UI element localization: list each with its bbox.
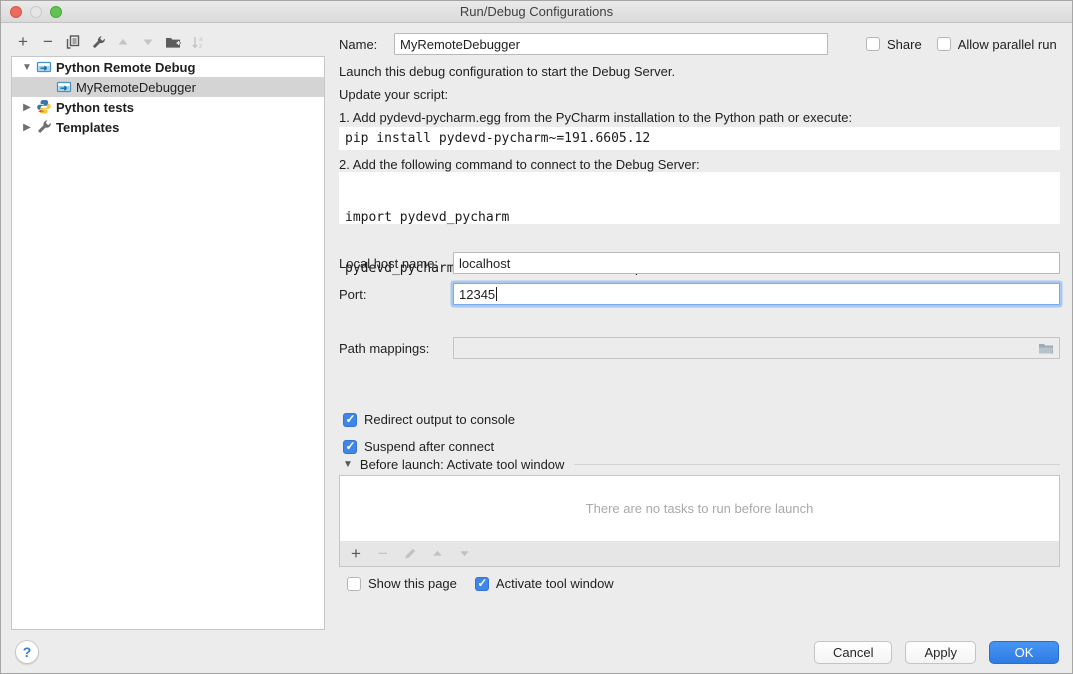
path-mappings-label: Path mappings: — [339, 341, 453, 356]
arrow-down-icon — [142, 36, 154, 48]
instruction-line-2: Update your script: — [339, 87, 448, 102]
create-folder-button[interactable] — [165, 34, 181, 50]
sort-az-icon: az — [191, 35, 206, 50]
section-divider — [574, 464, 1060, 465]
tree-item-templates[interactable]: ▶ Templates — [12, 117, 324, 137]
tree-item-label: Python tests — [56, 100, 134, 115]
local-host-name-input[interactable] — [453, 252, 1060, 274]
before-launch-task-list: There are no tasks to run before launch — [339, 475, 1060, 542]
edit-task-button[interactable] — [402, 546, 418, 562]
settrace-code: import pydevd_pycharm pydevd_pycharm.set… — [339, 172, 1060, 224]
path-mappings-input[interactable] — [453, 337, 1060, 359]
run-debug-configurations-dialog: Run/Debug Configurations + − az — [0, 0, 1073, 674]
tree-item-label: MyRemoteDebugger — [76, 80, 196, 95]
name-label: Name: — [339, 37, 394, 52]
add-task-button[interactable]: + — [348, 546, 364, 562]
remove-task-button[interactable]: − — [375, 546, 391, 562]
allow-parallel-run-label: Allow parallel run — [958, 37, 1057, 52]
before-launch-title: Before launch: Activate tool window — [360, 457, 565, 472]
instruction-step-2: 2. Add the following command to connect … — [339, 157, 700, 172]
dialog-buttons: Cancel Apply OK — [814, 641, 1059, 664]
name-input[interactable] — [394, 33, 828, 55]
port-input[interactable]: 12345 — [453, 283, 1060, 305]
configurations-toolbar: + − az — [15, 31, 325, 53]
configurations-tree: ▼ Python Remote Debug MyRemoteDebugger ▶… — [11, 56, 325, 630]
tree-item-label: Python Remote Debug — [56, 60, 195, 75]
new-folder-icon — [165, 35, 181, 49]
plus-icon: + — [18, 35, 28, 49]
wrench-icon — [36, 119, 52, 135]
tree-item-python-remote-debug[interactable]: ▼ Python Remote Debug — [12, 57, 324, 77]
port-label: Port: — [339, 287, 453, 302]
browse-folder-icon[interactable] — [1038, 342, 1054, 355]
pencil-icon — [404, 547, 417, 560]
title-bar: Run/Debug Configurations — [1, 1, 1072, 23]
redirect-output-label: Redirect output to console — [364, 412, 515, 427]
empty-tasks-message: There are no tasks to run before launch — [586, 501, 814, 516]
arrow-up-icon — [117, 36, 129, 48]
before-launch-header[interactable]: ▼ Before launch: Activate tool window — [339, 457, 1060, 472]
suspend-after-connect-checkbox[interactable] — [343, 440, 357, 454]
redirect-output-checkbox[interactable] — [343, 413, 357, 427]
port-value: 12345 — [459, 287, 495, 302]
activate-tool-window-label: Activate tool window — [496, 576, 614, 591]
svg-text:z: z — [199, 43, 202, 50]
chevron-down-icon[interactable]: ▼ — [343, 459, 353, 470]
arrow-down-icon — [459, 548, 470, 559]
pip-install-code: pip install pydevd-pycharm~=191.6605.12 — [339, 127, 1060, 150]
chevron-down-icon[interactable]: ▼ — [20, 62, 34, 73]
activate-tool-window-checkbox[interactable] — [475, 577, 489, 591]
task-list-toolbar: + − — [339, 541, 1060, 567]
instruction-line-1: Launch this debug configuration to start… — [339, 64, 675, 79]
dialog-body: + − az ▼ — [1, 23, 1072, 673]
copy-configuration-button[interactable] — [65, 34, 81, 50]
move-task-up-button[interactable] — [429, 546, 445, 562]
window-title: Run/Debug Configurations — [1, 4, 1072, 19]
tree-item-python-tests[interactable]: ▶ Python tests — [12, 97, 324, 117]
wrench-icon — [91, 35, 106, 50]
move-task-down-button[interactable] — [456, 546, 472, 562]
minus-icon: − — [378, 547, 388, 561]
plus-icon: + — [351, 547, 361, 561]
ok-button[interactable]: OK — [989, 641, 1059, 664]
configuration-form: Name: Share Allow parallel run Launch th… — [339, 23, 1061, 674]
apply-button[interactable]: Apply — [905, 641, 976, 664]
edit-defaults-button[interactable] — [90, 34, 106, 50]
python-tests-icon — [36, 99, 52, 115]
show-this-page-checkbox[interactable] — [347, 577, 361, 591]
local-host-name-label: Local host name: — [339, 256, 453, 271]
suspend-after-connect-label: Suspend after connect — [364, 439, 494, 454]
share-label: Share — [887, 37, 922, 52]
show-this-page-label: Show this page — [368, 576, 457, 591]
tree-item-label: Templates — [56, 120, 119, 135]
allow-parallel-run-checkbox[interactable] — [937, 37, 951, 51]
chevron-right-icon[interactable]: ▶ — [20, 102, 34, 113]
cancel-button[interactable]: Cancel — [814, 641, 892, 664]
minus-icon: − — [43, 35, 53, 49]
chevron-right-icon[interactable]: ▶ — [20, 122, 34, 133]
move-down-button[interactable] — [140, 34, 156, 50]
arrow-up-icon — [432, 548, 443, 559]
remote-debug-icon — [36, 59, 52, 75]
settrace-code-line-1: import pydevd_pycharm — [345, 209, 1054, 226]
tree-item-myremotedebugger[interactable]: MyRemoteDebugger — [12, 77, 324, 97]
copy-icon — [66, 35, 80, 49]
add-configuration-button[interactable]: + — [15, 34, 31, 50]
remove-configuration-button[interactable]: − — [40, 34, 56, 50]
instruction-step-1: 1. Add pydevd-pycharm.egg from the PyCha… — [339, 110, 852, 125]
help-button[interactable]: ? — [15, 640, 39, 664]
move-up-button[interactable] — [115, 34, 131, 50]
text-caret — [496, 287, 497, 301]
remote-debug-icon — [56, 79, 72, 95]
share-checkbox[interactable] — [866, 37, 880, 51]
sort-configurations-button[interactable]: az — [190, 34, 206, 50]
svg-text:a: a — [199, 36, 203, 43]
